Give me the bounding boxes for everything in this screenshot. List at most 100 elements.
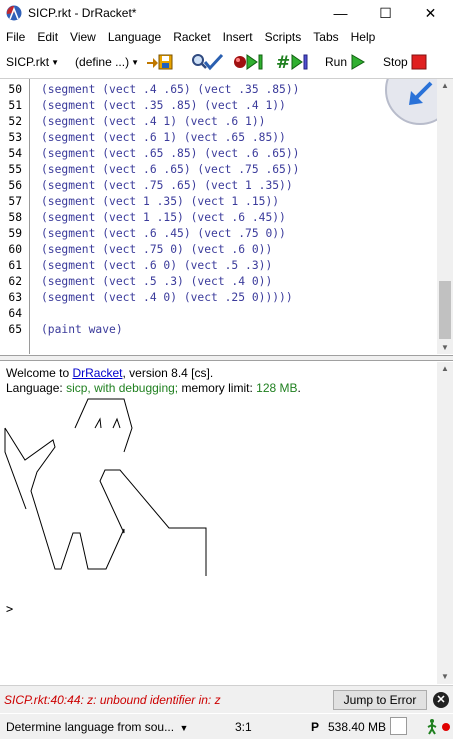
- code-text[interactable]: (segment (vect .4 .65) (vect .35 .85)): [41, 82, 299, 98]
- figure-eye-right: [112, 417, 121, 429]
- debug-icon[interactable]: [233, 52, 269, 72]
- file-selector-label: SICP.rkt: [6, 55, 50, 69]
- code-text[interactable]: (segment (vect .35 .85) (vect .4 1)): [41, 98, 286, 114]
- line-number: 61: [8, 259, 22, 272]
- file-selector-dropdown[interactable]: SICP.rkt ▼: [0, 55, 63, 69]
- code-line: 52 (segment (vect .4 1) (vect .6 1)): [0, 114, 437, 130]
- menu-file[interactable]: File: [0, 30, 31, 44]
- code-text[interactable]: (segment (vect .5 .3) (vect .4 0)): [41, 274, 272, 290]
- code-line: 51 (segment (vect .35 .85) (vect .4 1)): [0, 98, 437, 114]
- figure-head: [74, 398, 133, 453]
- code-line: 54 (segment (vect .65 .85) (vect .6 .65)): [0, 146, 437, 162]
- code-area[interactable]: 50 (segment (vect .4 .65) (vect .35 .85))…: [0, 82, 437, 338]
- language-selector-label: Determine language from sou...: [6, 720, 175, 734]
- toolbar: SICP.rkt ▼ (define ...) ▼ # Run Stop: [0, 49, 453, 75]
- editor-scrollbar[interactable]: ▲ ▼: [437, 79, 453, 354]
- window-title: SICP.rkt - DrRacket*: [28, 6, 137, 20]
- menu-bar: File Edit View Language Racket Insert Sc…: [0, 27, 453, 47]
- code-line: 50 (segment (vect .4 .65) (vect .35 .85)): [0, 82, 437, 98]
- line-number: 51: [8, 99, 22, 112]
- memory-suffix: .: [297, 381, 301, 395]
- code-text[interactable]: (segment (vect .75 0) (vect .6 0)): [41, 242, 272, 258]
- code-line: 58 (segment (vect 1 .15) (vect .6 .45)): [0, 210, 437, 226]
- stop-icon[interactable]: [411, 54, 427, 70]
- title-bar: SICP.rkt - DrRacket* — ☐ ✕: [0, 0, 453, 26]
- code-text[interactable]: (segment (vect 1 .35) (vect 1 .15)): [41, 194, 279, 210]
- minimize-button[interactable]: —: [318, 0, 363, 26]
- figure-left: [4, 427, 207, 576]
- check-syntax-icon[interactable]: [190, 52, 224, 72]
- definitions-editor[interactable]: 50 (segment (vect .4 .65) (vect .35 .85))…: [0, 78, 453, 354]
- code-text[interactable]: (segment (vect .6 .65) (vect .75 .65)): [41, 162, 299, 178]
- menu-edit[interactable]: Edit: [31, 30, 64, 44]
- code-text[interactable]: (segment (vect .4 1) (vect .6 1)): [41, 114, 265, 130]
- code-text[interactable]: (segment (vect 1 .15) (vect .6 .45)): [41, 210, 286, 226]
- run-icon[interactable]: [350, 53, 366, 71]
- line-number: 57: [8, 195, 22, 208]
- maximize-button[interactable]: ☐: [363, 0, 408, 26]
- code-text[interactable]: (segment (vect .75 .65) (vect 1 .35)): [41, 178, 293, 194]
- line-number: 58: [8, 211, 22, 224]
- menu-scripts[interactable]: Scripts: [259, 30, 308, 44]
- error-bar: SICP.rkt:40:44: z: unbound identifier in…: [0, 685, 453, 713]
- line-number: 55: [8, 163, 22, 176]
- define-selector-label: (define ...): [75, 55, 130, 69]
- define-selector-dropdown[interactable]: (define ...) ▼: [69, 55, 143, 69]
- memory-limit-value: 128 MB: [256, 381, 298, 395]
- code-text[interactable]: (segment (vect .65 .85) (vect .6 .65)): [41, 146, 299, 162]
- menu-language[interactable]: Language: [102, 30, 167, 44]
- scroll-up-icon[interactable]: ▲: [437, 79, 453, 93]
- close-error-icon[interactable]: ✕: [433, 692, 449, 708]
- gc-indicator: [390, 717, 407, 735]
- close-button[interactable]: ✕: [408, 0, 453, 26]
- menu-racket[interactable]: Racket: [167, 30, 216, 44]
- menu-view[interactable]: View: [64, 30, 102, 44]
- code-line: 57 (segment (vect 1 .35) (vect 1 .15)): [0, 194, 437, 210]
- wave-painter-drawing: [4, 398, 207, 576]
- code-line: 53 (segment (vect .6 1) (vect .65 .85)): [0, 130, 437, 146]
- svg-text:#: #: [276, 53, 290, 72]
- code-text[interactable]: (segment (vect .6 0) (vect .5 .3)): [41, 258, 272, 274]
- language-selector[interactable]: Determine language from sou... ▼: [6, 720, 188, 734]
- line-number: 59: [8, 227, 22, 240]
- interactions-pane[interactable]: Welcome to DrRacket, version 8.4 [cs]. L…: [0, 362, 453, 684]
- line-number: 56: [8, 179, 22, 192]
- stop-label[interactable]: Stop: [383, 55, 408, 69]
- chevron-down-icon: ▼: [51, 57, 60, 67]
- repl-prompt[interactable]: >: [6, 602, 13, 616]
- menu-tabs[interactable]: Tabs: [307, 30, 344, 44]
- code-line: 60 (segment (vect .75 0) (vect .6 0)): [0, 242, 437, 258]
- code-line: 63 (segment (vect .4 0) (vect .25 0))))): [0, 290, 437, 306]
- memory-usage[interactable]: 538.40 MB: [328, 720, 386, 734]
- line-number: 53: [8, 131, 22, 144]
- macro-stepper-icon[interactable]: #: [276, 52, 316, 72]
- chevron-down-icon: ▼: [179, 723, 189, 733]
- pane-splitter[interactable]: [0, 355, 453, 361]
- line-number: 62: [8, 275, 22, 288]
- code-text[interactable]: (segment (vect .4 0) (vect .25 0))))): [41, 290, 293, 306]
- p-indicator: P: [311, 720, 320, 734]
- menu-help[interactable]: Help: [345, 30, 382, 44]
- status-dot-icon: [442, 723, 450, 731]
- drracket-link[interactable]: DrRacket: [72, 366, 122, 380]
- scroll-down-icon[interactable]: ▼: [437, 341, 453, 354]
- code-text[interactable]: (paint wave): [41, 322, 123, 338]
- code-line: 61 (segment (vect .6 0) (vect .5 .3)): [0, 258, 437, 274]
- running-figure-icon: [427, 719, 437, 735]
- menu-insert[interactable]: Insert: [217, 30, 259, 44]
- run-label[interactable]: Run: [325, 55, 347, 69]
- status-bar: Determine language from sou... ▼ 3:1 P 5…: [0, 714, 453, 739]
- code-line: 65 (paint wave): [0, 322, 437, 338]
- scroll-up-icon[interactable]: ▲: [437, 362, 453, 376]
- line-number: 60: [8, 243, 22, 256]
- scrollbar-thumb[interactable]: [439, 281, 451, 339]
- code-line: 59 (segment (vect .6 .45) (vect .75 0)): [0, 226, 437, 242]
- line-number: 54: [8, 147, 22, 160]
- scroll-down-icon[interactable]: ▼: [437, 670, 453, 684]
- code-text[interactable]: (segment (vect .6 1) (vect .65 .85)): [41, 130, 286, 146]
- code-text[interactable]: (segment (vect .6 .45) (vect .75 0)): [41, 226, 286, 242]
- save-icon[interactable]: [145, 53, 173, 71]
- jump-to-error-button[interactable]: Jump to Error: [333, 690, 427, 710]
- interactions-scrollbar[interactable]: ▲ ▼: [437, 362, 453, 684]
- line-number: 63: [8, 291, 22, 304]
